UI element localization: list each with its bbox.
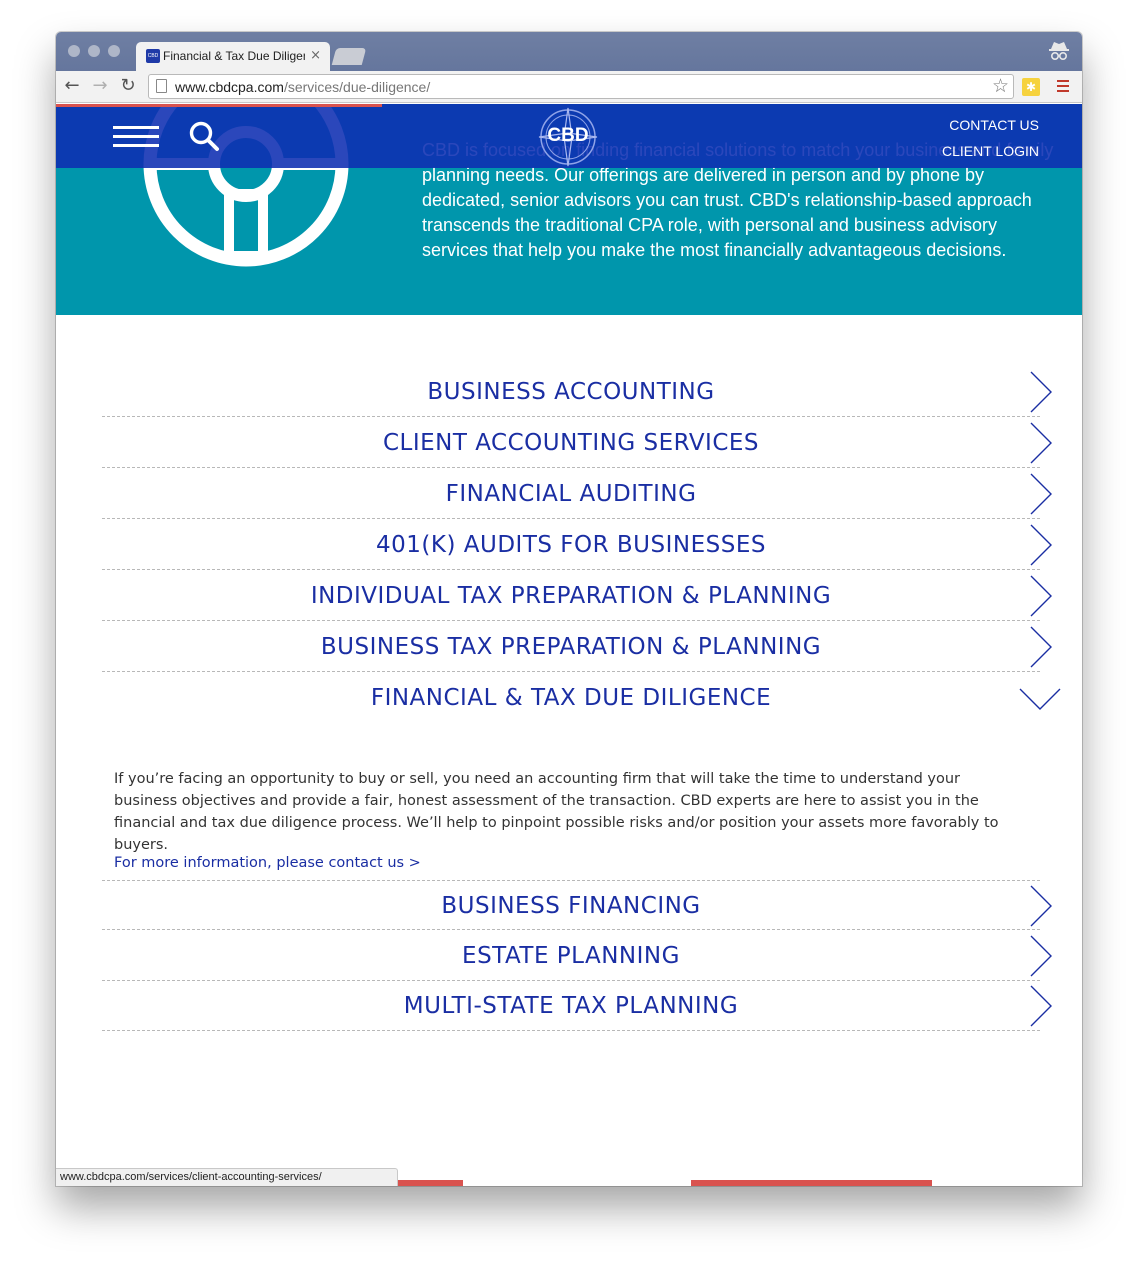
- chevron-right-icon: [1030, 626, 1052, 668]
- search-icon[interactable]: [188, 120, 220, 152]
- site-logo[interactable]: CBD: [536, 106, 600, 168]
- service-accordion-item[interactable]: MULTI-STATE TAX PLANNING: [102, 981, 1052, 1031]
- tab-close-icon[interactable]: ×: [310, 48, 321, 63]
- site-header: CBD CONTACT US CLIENT LOGIN: [56, 104, 1082, 168]
- service-accordion-item[interactable]: 401(K) AUDITS FOR BUSINESSES: [102, 520, 1052, 570]
- browser-toolbar: ← → ↻ www.cbdcpa.com/services/due-dilige…: [56, 71, 1082, 103]
- hamburger-menu-icon[interactable]: [113, 126, 159, 148]
- footer-accent-bar: [398, 1180, 463, 1186]
- tab-strip: CBD Financial & Tax Due Diligen ×: [56, 32, 1082, 71]
- service-accordion-label: 401(K) AUDITS FOR BUSINESSES: [376, 532, 766, 558]
- chevron-right-icon: [1030, 985, 1052, 1027]
- service-accordion-label: FINANCIAL & TAX DUE DILIGENCE: [370, 685, 772, 711]
- active-tab[interactable]: CBD Financial & Tax Due Diligen ×: [136, 42, 330, 71]
- reload-icon[interactable]: ↻: [118, 76, 138, 96]
- client-login-link[interactable]: CLIENT LOGIN: [942, 143, 1039, 159]
- chevron-right-icon: [1030, 524, 1052, 566]
- minimize-window-button[interactable]: [88, 45, 100, 57]
- service-accordion-label: FINANCIAL AUDITING: [445, 481, 697, 507]
- due-diligence-description: If you’re facing an opportunity to buy o…: [114, 771, 999, 853]
- chevron-right-icon: [1030, 422, 1052, 464]
- footer-accent-bar: [691, 1180, 932, 1186]
- link-status-bubble: www.cbdcpa.com/services/client-accountin…: [56, 1168, 398, 1186]
- page-icon: [156, 79, 167, 93]
- tab-title: Financial & Tax Due Diligen: [163, 49, 305, 63]
- incognito-icon: [1049, 42, 1069, 61]
- page-progress-bar: [56, 104, 382, 107]
- close-window-button[interactable]: [68, 45, 80, 57]
- service-accordion-item[interactable]: BUSINESS TAX PREPARATION & PLANNING: [102, 622, 1052, 672]
- service-accordion-item[interactable]: BUSINESS FINANCING: [102, 880, 1052, 930]
- bookmark-star-icon[interactable]: ☆: [992, 75, 1009, 97]
- logo-text: CBD: [547, 125, 589, 146]
- forward-arrow-icon[interactable]: →: [90, 76, 110, 96]
- service-accordion-label: MULTI-STATE TAX PLANNING: [403, 993, 739, 1019]
- service-accordion-item[interactable]: FINANCIAL AUDITING: [102, 469, 1052, 519]
- service-accordion-label: BUSINESS TAX PREPARATION & PLANNING: [320, 634, 822, 660]
- screen: CBD Financial & Tax Due Diligen × ← → ↻ …: [0, 0, 1138, 1266]
- browser-menu-icon[interactable]: [1057, 80, 1069, 92]
- contact-us-link[interactable]: CONTACT US: [949, 117, 1039, 133]
- maximize-window-button[interactable]: [108, 45, 120, 57]
- back-arrow-icon[interactable]: ←: [62, 76, 82, 96]
- tab-favicon-icon: CBD: [146, 49, 160, 63]
- service-accordion-label: BUSINESS ACCOUNTING: [427, 379, 715, 405]
- browser-window: CBD Financial & Tax Due Diligen × ← → ↻ …: [56, 32, 1082, 1186]
- chevron-right-icon: [1030, 575, 1052, 617]
- page-viewport: CBD is focused on finding financial solu…: [56, 104, 1082, 1186]
- url-text: www.cbdcpa.com/services/due-diligence/: [175, 79, 431, 95]
- chevron-right-icon: [1030, 371, 1052, 413]
- chevron-down-icon: [1019, 688, 1061, 710]
- service-accordion-label: BUSINESS FINANCING: [441, 893, 701, 919]
- chevron-right-icon: [1030, 885, 1052, 927]
- service-accordion-label: CLIENT ACCOUNTING SERVICES: [382, 430, 760, 456]
- new-tab-button[interactable]: [331, 48, 367, 65]
- chevron-right-icon: [1030, 935, 1052, 977]
- chevron-right-icon: [1030, 473, 1052, 515]
- service-accordion-item[interactable]: INDIVIDUAL TAX PREPARATION & PLANNING: [102, 571, 1052, 621]
- extension-icon[interactable]: ✱: [1022, 78, 1040, 96]
- address-bar[interactable]: www.cbdcpa.com/services/due-diligence/ ☆: [148, 74, 1014, 99]
- service-accordion-item[interactable]: FINANCIAL & TAX DUE DILIGENCE: [102, 673, 1061, 723]
- contact-us-more-info-link[interactable]: For more information, please contact us …: [114, 855, 421, 871]
- service-accordion-label: ESTATE PLANNING: [462, 943, 680, 969]
- service-accordion-label: INDIVIDUAL TAX PREPARATION & PLANNING: [310, 583, 832, 609]
- service-accordion-item[interactable]: CLIENT ACCOUNTING SERVICES: [102, 418, 1052, 468]
- service-accordion-item[interactable]: BUSINESS ACCOUNTING: [102, 367, 1052, 417]
- service-accordion-item[interactable]: ESTATE PLANNING: [102, 931, 1052, 981]
